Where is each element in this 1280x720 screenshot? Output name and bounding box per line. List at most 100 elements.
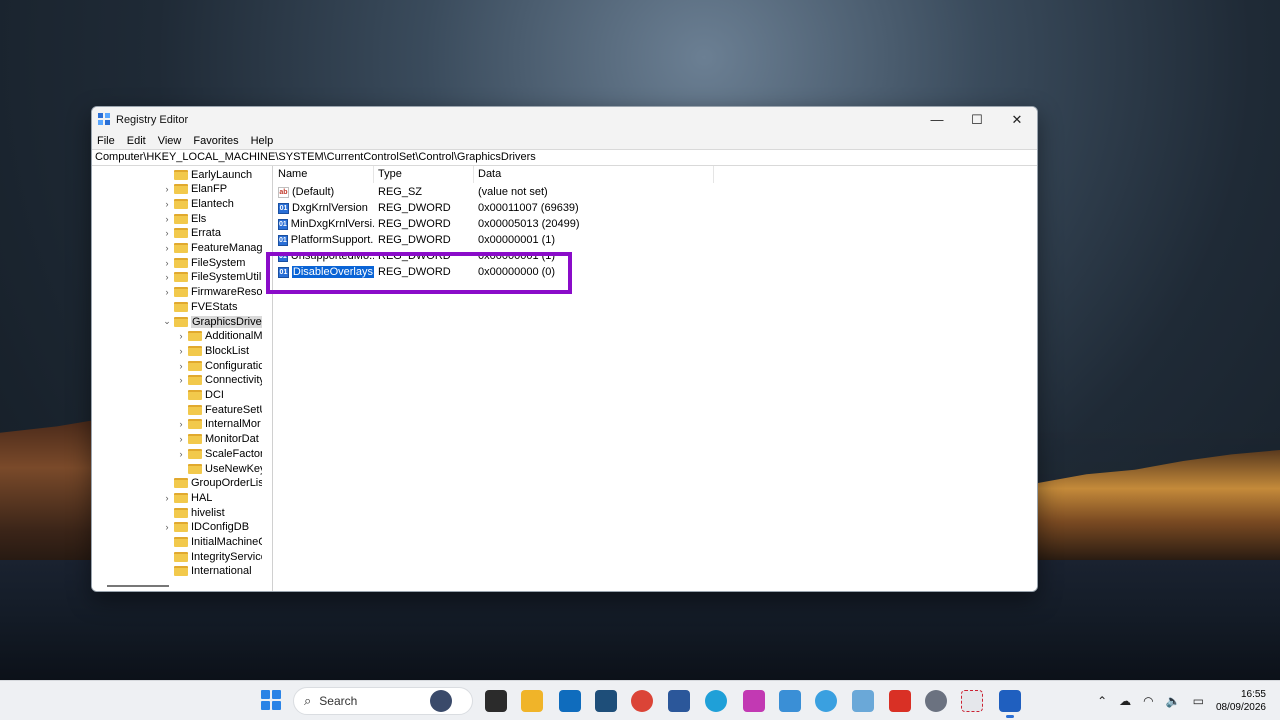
tree-item[interactable]: › HAL bbox=[162, 490, 213, 505]
value-row[interactable]: 01 DxgKrnlVersion REG_DWORD 0x00011007 (696… bbox=[274, 200, 674, 216]
menu-favorites[interactable]: Favorites bbox=[193, 135, 238, 147]
snipping-tool-icon[interactable] bbox=[961, 690, 983, 712]
column-header-data[interactable]: Data bbox=[474, 166, 714, 183]
wifi-icon[interactable]: ◠ bbox=[1143, 694, 1153, 708]
chevron-right-icon[interactable]: › bbox=[162, 272, 172, 282]
word-icon[interactable] bbox=[668, 690, 690, 712]
remote-desktop-icon[interactable] bbox=[852, 690, 874, 712]
values-list[interactable]: Name Type Data ab (Default) REG_SZ (value n… bbox=[274, 166, 1037, 591]
chevron-right-icon[interactable]: › bbox=[162, 287, 172, 297]
tree-item[interactable]: › Errata bbox=[162, 226, 221, 241]
tree-item[interactable]: EarlyLaunch bbox=[162, 167, 252, 182]
chrome-icon[interactable] bbox=[631, 690, 653, 712]
chevron-right-icon[interactable]: › bbox=[176, 434, 186, 444]
chevron-right-icon[interactable]: › bbox=[176, 361, 186, 371]
search-highlight-icon[interactable] bbox=[430, 690, 452, 712]
clock[interactable]: 16:55 08/09/2026 bbox=[1216, 688, 1266, 714]
photos-icon[interactable] bbox=[779, 690, 801, 712]
tree-item[interactable]: › Elantech bbox=[162, 196, 234, 211]
start-button[interactable] bbox=[261, 690, 281, 710]
value-row[interactable]: 01 UnsupportedMo... REG_DWORD 0x00000001 (1… bbox=[274, 250, 674, 264]
chevron-right-icon[interactable]: › bbox=[176, 346, 186, 356]
task-view-icon[interactable] bbox=[485, 690, 507, 712]
chevron-right-icon[interactable]: › bbox=[162, 214, 172, 224]
outlook-icon[interactable] bbox=[559, 690, 581, 712]
tree-item[interactable]: › AdditionalM bbox=[176, 329, 263, 344]
tree-item[interactable]: › IDConfigDB bbox=[162, 520, 250, 535]
registry-tree[interactable]: EarlyLaunch › ElanFP › Elantech › Els › Errata › F… bbox=[92, 166, 262, 591]
chevron-down-icon[interactable]: ⌄ bbox=[162, 316, 172, 327]
tree-item-label: IDConfigDB bbox=[191, 521, 250, 534]
tree-item[interactable]: › InternalMor bbox=[176, 417, 261, 432]
tree-item[interactable]: UseNewKey bbox=[176, 461, 262, 476]
folder-icon bbox=[174, 184, 188, 195]
edge-icon[interactable] bbox=[705, 690, 727, 712]
tree-item[interactable]: › Connectivity bbox=[176, 373, 263, 388]
chevron-right-icon[interactable]: › bbox=[162, 243, 172, 253]
close-button[interactable]: ✕ bbox=[997, 107, 1037, 132]
menu-help[interactable]: Help bbox=[251, 135, 274, 147]
column-header-name[interactable]: Name bbox=[274, 166, 374, 183]
chevron-right-icon[interactable]: › bbox=[162, 493, 172, 503]
file-explorer-icon[interactable] bbox=[521, 690, 543, 712]
volume-icon[interactable]: 🔈 bbox=[1166, 694, 1181, 708]
chevron-up-icon[interactable]: ⌃ bbox=[1097, 694, 1107, 708]
tree-item[interactable]: ⌄ GraphicsDriver bbox=[162, 314, 262, 329]
chevron-right-icon[interactable]: › bbox=[162, 184, 172, 194]
maximize-button[interactable]: ☐ bbox=[957, 107, 997, 132]
tree-item[interactable]: › FileSystemUtili bbox=[162, 270, 263, 285]
minimize-button[interactable]: — bbox=[917, 107, 957, 132]
menu-edit[interactable]: Edit bbox=[127, 135, 146, 147]
value-row[interactable]: 01 PlatformSupport... REG_DWORD 0x00000001 … bbox=[274, 232, 674, 248]
title-bar[interactable]: Registry Editor — ☐ ✕ bbox=[92, 107, 1037, 132]
chevron-right-icon[interactable]: › bbox=[176, 331, 186, 341]
tree-item[interactable]: FeatureSetU bbox=[176, 402, 262, 417]
tree-item[interactable]: FVEStats bbox=[162, 299, 237, 314]
menu-view[interactable]: View bbox=[158, 135, 182, 147]
media-app-icon[interactable] bbox=[743, 690, 765, 712]
tree-item[interactable]: › ElanFP bbox=[162, 182, 228, 197]
tree-item[interactable]: › MonitorDat bbox=[176, 432, 259, 447]
tree-item[interactable]: hivelist bbox=[162, 505, 225, 520]
tree-item[interactable]: › Els bbox=[162, 211, 207, 226]
chevron-right-icon[interactable]: › bbox=[176, 375, 186, 385]
store-icon[interactable] bbox=[595, 690, 617, 712]
chevron-right-icon[interactable]: › bbox=[162, 228, 172, 238]
chevron-right-icon[interactable]: › bbox=[162, 522, 172, 532]
tree-item[interactable]: IntegrityService bbox=[162, 549, 262, 564]
value-row[interactable]: 01 DisableOverlays REG_DWORD 0x00000000 (0) bbox=[274, 264, 674, 280]
pane-splitter[interactable] bbox=[262, 166, 274, 591]
chevron-right-icon[interactable]: › bbox=[176, 419, 186, 429]
chevron-right-icon[interactable]: › bbox=[162, 258, 172, 268]
battery-icon[interactable]: ▭ bbox=[1193, 694, 1204, 708]
registry-editor-taskbar-icon[interactable] bbox=[999, 690, 1021, 712]
value-type: REG_DWORD bbox=[378, 250, 451, 262]
sync-app-icon[interactable] bbox=[815, 690, 837, 712]
tree-item[interactable]: › ScaleFactor bbox=[176, 446, 263, 461]
chevron-right-icon[interactable]: › bbox=[176, 449, 186, 459]
tree-item[interactable]: › Configuratic bbox=[176, 358, 263, 373]
column-header-type[interactable]: Type bbox=[374, 166, 474, 183]
tree-item-label: InternalMor bbox=[205, 418, 261, 431]
tree-item[interactable]: International bbox=[162, 564, 252, 579]
menu-file[interactable]: File bbox=[97, 135, 115, 147]
tree-item[interactable]: DCI bbox=[176, 388, 224, 403]
value-row[interactable]: 01 MinDxgKrnlVersi... REG_DWORD 0x00005013 … bbox=[274, 216, 674, 232]
network-icon[interactable]: ☁ bbox=[1119, 694, 1131, 708]
folder-icon bbox=[174, 566, 188, 577]
tree-item[interactable]: › FileSystem bbox=[162, 255, 246, 270]
value-data: 0x00000000 (0) bbox=[478, 266, 556, 278]
pdf-reader-icon[interactable] bbox=[889, 690, 911, 712]
tree-item[interactable]: GroupOrderLis bbox=[162, 476, 262, 491]
tree-item[interactable]: › FirmwareResou bbox=[162, 285, 263, 300]
settings-icon[interactable] bbox=[925, 690, 947, 712]
value-data: 0x00000001 (1) bbox=[478, 250, 556, 262]
tree-item[interactable]: › FeatureManag bbox=[162, 241, 263, 256]
chevron-right-icon[interactable]: › bbox=[162, 199, 172, 209]
tree-horizontal-scrollbar[interactable] bbox=[92, 579, 262, 591]
tree-item[interactable]: InitialMachineC bbox=[162, 535, 262, 550]
folder-icon bbox=[188, 448, 202, 459]
value-row[interactable]: ab (Default) REG_SZ (value not set) bbox=[274, 184, 674, 200]
tree-item[interactable]: › BlockList bbox=[176, 343, 250, 358]
address-bar[interactable]: Computer\HKEY_LOCAL_MACHINE\SYSTEM\Curre… bbox=[92, 149, 1037, 166]
